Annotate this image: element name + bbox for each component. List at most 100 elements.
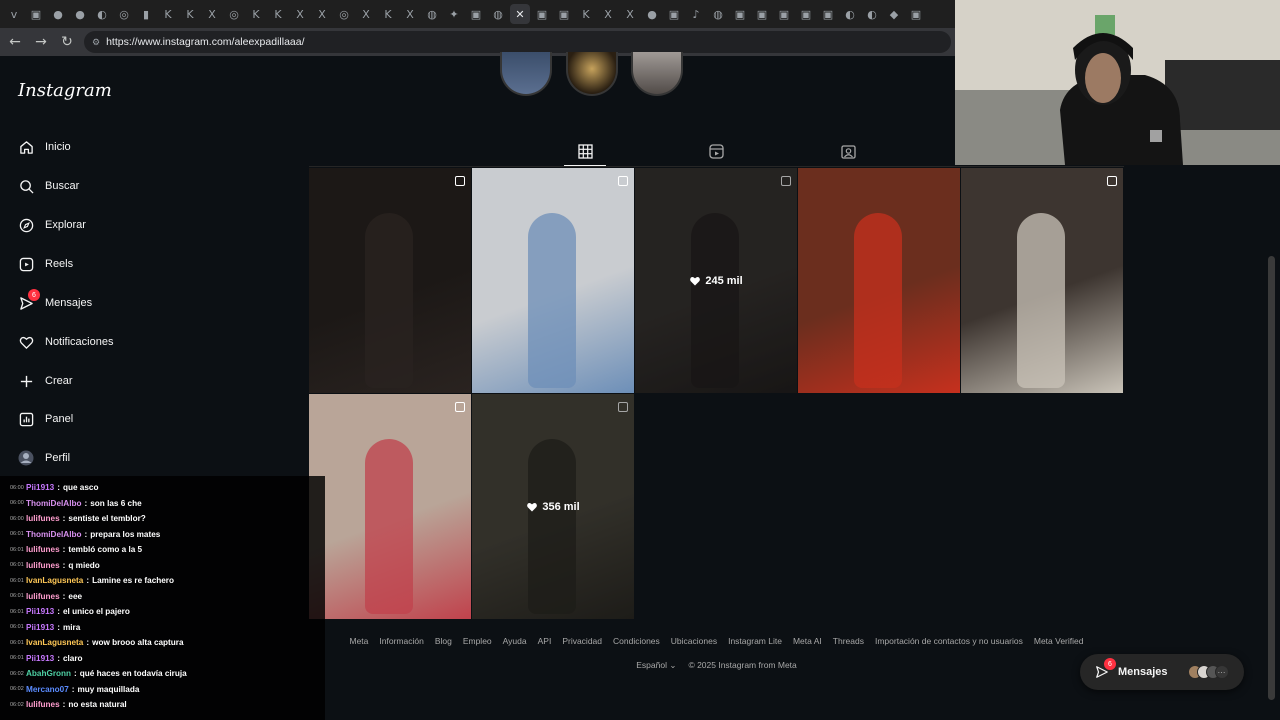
browser-tab[interactable]: ● [70, 4, 90, 24]
chat-username[interactable]: lulifunes [26, 561, 60, 570]
post-thumbnail[interactable] [798, 168, 960, 393]
post-thumbnail[interactable] [309, 394, 471, 619]
browser-tab[interactable]: X [290, 4, 310, 24]
footer-link[interactable]: Meta Verified [1034, 636, 1084, 646]
chat-username[interactable]: lulifunes [26, 514, 60, 523]
browser-tab[interactable]: ♪ [686, 4, 706, 24]
tab-tagged[interactable] [839, 142, 857, 160]
footer-link[interactable]: Empleo [463, 636, 492, 646]
browser-tab[interactable]: K [378, 4, 398, 24]
browser-tab[interactable]: K [268, 4, 288, 24]
site-info-icon[interactable]: ⚙ [92, 37, 100, 48]
footer-link[interactable]: Privacidad [562, 636, 602, 646]
footer-link[interactable]: Importación de contactos y no usuarios [875, 636, 1023, 646]
post-thumbnail[interactable] [309, 168, 471, 393]
post-thumbnail[interactable] [961, 168, 1123, 393]
footer-link[interactable]: Ubicaciones [671, 636, 717, 646]
browser-tab[interactable]: X [312, 4, 332, 24]
browser-tab[interactable]: ▣ [752, 4, 772, 24]
chat-username[interactable]: IvanLagusneta [26, 638, 83, 647]
chat-username[interactable]: lulifunes [26, 545, 60, 554]
browser-tab[interactable]: ▣ [532, 4, 552, 24]
sidebar-item-perfil[interactable]: Perfil [18, 447, 70, 469]
forward-icon[interactable]: → [32, 33, 50, 51]
browser-tab[interactable]: K [180, 4, 200, 24]
browser-tab[interactable]: ▣ [818, 4, 838, 24]
browser-tab[interactable]: X [400, 4, 420, 24]
instagram-logo[interactable]: Instagram [18, 80, 112, 101]
tab-reels[interactable] [707, 142, 725, 160]
chat-username[interactable]: Pii1913 [26, 654, 54, 663]
browser-tab[interactable]: ◍ [422, 4, 442, 24]
post-thumbnail[interactable] [472, 168, 634, 393]
language-selector[interactable]: Español ⌄ [636, 660, 676, 671]
browser-tab[interactable]: K [576, 4, 596, 24]
chat-username[interactable]: AbahGronn [26, 669, 71, 678]
browser-tab[interactable]: X [598, 4, 618, 24]
browser-tab[interactable]: K [158, 4, 178, 24]
chat-username[interactable]: lulifunes [26, 700, 60, 709]
browser-tab[interactable]: ▣ [906, 4, 926, 24]
back-icon[interactable]: ← [6, 33, 24, 51]
chat-username[interactable]: Mercano07 [26, 685, 69, 694]
chat-username[interactable]: lulifunes [26, 592, 60, 601]
browser-tab[interactable]: ▣ [664, 4, 684, 24]
sidebar-item-panel[interactable]: Panel [18, 408, 73, 430]
footer-link[interactable]: API [538, 636, 552, 646]
sidebar-item-crear[interactable]: Crear [18, 370, 73, 392]
browser-tab[interactable]: ▮ [136, 4, 156, 24]
post-thumbnail[interactable]: 356 mil [472, 394, 634, 619]
browser-tab[interactable]: ▣ [796, 4, 816, 24]
sidebar-item-notificaciones[interactable]: Notificaciones [18, 331, 113, 353]
browser-tab[interactable]: ◐ [840, 4, 860, 24]
browser-tab[interactable]: ◆ [884, 4, 904, 24]
browser-tab[interactable]: ● [642, 4, 662, 24]
browser-tab[interactable]: K [246, 4, 266, 24]
chat-username[interactable]: ThomiDelAlbo [26, 530, 82, 539]
footer-link[interactable]: Ayuda [503, 636, 527, 646]
browser-tab[interactable]: ◎ [114, 4, 134, 24]
browser-tab[interactable]: ▣ [554, 4, 574, 24]
sidebar-item-reels[interactable]: Reels [18, 253, 73, 275]
page-scrollbar[interactable] [1268, 256, 1275, 700]
browser-tab[interactable]: ▣ [466, 4, 486, 24]
chat-username[interactable]: ThomiDelAlbo [26, 499, 82, 508]
chat-username[interactable]: IvanLagusneta [26, 576, 83, 585]
browser-tab[interactable]: ◍ [488, 4, 508, 24]
footer-link[interactable]: Meta [349, 636, 368, 646]
browser-tab[interactable]: X [620, 4, 640, 24]
browser-tab[interactable]: ▣ [730, 4, 750, 24]
browser-tab[interactable]: X [202, 4, 222, 24]
browser-tab[interactable]: ◎ [224, 4, 244, 24]
sidebar-item-explorar[interactable]: Explorar [18, 214, 86, 236]
chat-text: que asco [62, 483, 99, 493]
footer-link[interactable]: Blog [435, 636, 452, 646]
browser-tab[interactable]: ✦ [444, 4, 464, 24]
tab-posts[interactable] [576, 142, 594, 160]
browser-tab[interactable]: ◎ [334, 4, 354, 24]
browser-tab[interactable]: ◐ [92, 4, 112, 24]
footer-link[interactable]: Condiciones [613, 636, 660, 646]
footer-link[interactable]: Información [379, 636, 423, 646]
chat-username[interactable]: Pii1913 [26, 623, 54, 632]
browser-tab[interactable]: ◍ [708, 4, 728, 24]
browser-tab[interactable]: v [4, 4, 24, 24]
chat-username[interactable]: Pii1913 [26, 607, 54, 616]
sidebar-item-buscar[interactable]: Buscar [18, 175, 79, 197]
post-thumbnail[interactable]: 245 mil [635, 168, 797, 393]
sidebar-item-inicio[interactable]: Inicio [18, 136, 71, 158]
footer-link[interactable]: Threads [833, 636, 864, 646]
browser-tab[interactable]: ✕ [510, 4, 530, 24]
reload-icon[interactable]: ↻ [58, 33, 76, 51]
browser-tab[interactable]: ▣ [774, 4, 794, 24]
address-bar[interactable]: ⚙ https://www.instagram.com/aleexpadilla… [84, 31, 951, 53]
footer-link[interactable]: Instagram Lite [728, 636, 782, 646]
browser-tab[interactable]: X [356, 4, 376, 24]
browser-tab[interactable]: ● [48, 4, 68, 24]
browser-tab[interactable]: ▣ [26, 4, 46, 24]
chat-username[interactable]: Pii1913 [26, 483, 54, 492]
sidebar-item-mensajes[interactable]: 6 Mensajes [18, 289, 92, 314]
footer-link[interactable]: Meta AI [793, 636, 822, 646]
browser-tab[interactable]: ◐ [862, 4, 882, 24]
messages-pill[interactable]: 6 Mensajes ⋯ [1080, 654, 1244, 690]
